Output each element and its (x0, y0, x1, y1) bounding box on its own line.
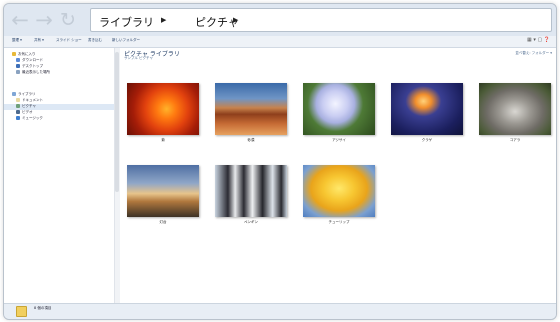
picture-item[interactable]: 砂漠 (215, 83, 287, 143)
forward-arrow-icon[interactable]: → (34, 10, 54, 31)
hydrangeas-image (303, 83, 375, 135)
picture-item[interactable]: 灯台 (127, 165, 199, 225)
slideshow-button[interactable]: スライド ショー (56, 38, 82, 43)
refresh-icon[interactable]: ↻ (58, 10, 78, 30)
scrollbar-thumb[interactable] (115, 52, 119, 192)
view-options-icons[interactable]: ▦ ▾ ▢ ❓ (527, 37, 550, 43)
documents-icon (16, 98, 20, 102)
library-icon (12, 92, 16, 96)
tulips-image (303, 165, 375, 217)
picture-caption: アジサイ (332, 138, 346, 142)
content-area: お気に入り ダウンロード デスクトップ 最近表示した場所 ライブラリ ドキュメン… (4, 48, 556, 303)
file-list-pane: ピクチャ ライブラリ サンプル ピクチャ 並べ替え: フォルダー ▾ 菊 砂漠 … (120, 48, 556, 303)
library-subtitle[interactable]: サンプル ピクチャ (124, 56, 153, 61)
picture-caption: ペンギン (244, 220, 258, 224)
burn-button[interactable]: 書き込む (88, 38, 102, 43)
chrysanthemum-image (127, 83, 199, 135)
explorer-window: ← → ↻ ライブラリ ▶ ピクチャ ▶ 整理 ▾ 共有 ▾ スライド ショー … (3, 3, 557, 320)
videos-icon (16, 110, 20, 114)
picture-item[interactable]: 菊 (127, 83, 199, 143)
picture-caption: コアラ (509, 138, 521, 142)
nav-recent[interactable]: 最近表示した場所 (16, 70, 50, 76)
breadcrumb-arrow-icon[interactable]: ▶ (233, 16, 238, 24)
arrange-by-dropdown[interactable]: 並べ替え: フォルダー ▾ (515, 51, 552, 56)
address-bar[interactable]: ライブラリ ▶ ピクチャ ▶ (90, 8, 552, 32)
new-folder-button[interactable]: 新しいフォルダー (112, 38, 140, 43)
breadcrumb-libraries[interactable]: ライブラリ (99, 14, 154, 30)
picture-caption: 灯台 (159, 220, 167, 224)
download-icon (16, 58, 20, 62)
recent-places-icon (16, 70, 20, 74)
share-button[interactable]: 共有 ▾ (34, 38, 44, 43)
music-icon (16, 116, 20, 120)
title-bar: ← → ↻ ライブラリ ▶ ピクチャ ▶ (4, 4, 556, 36)
picture-caption: 菊 (161, 138, 165, 142)
folder-icon (16, 306, 27, 317)
command-bar: 整理 ▾ 共有 ▾ スライド ショー 書き込む 新しいフォルダー ▦ ▾ ▢ ❓ (4, 36, 556, 48)
navigation-pane: お気に入り ダウンロード デスクトップ 最近表示した場所 ライブラリ ドキュメン… (4, 48, 114, 303)
picture-caption: チューリップ (328, 220, 350, 224)
picture-item[interactable]: クラゲ (391, 83, 463, 143)
nav-music[interactable]: ミュージック (16, 116, 43, 122)
picture-item[interactable]: アジサイ (303, 83, 375, 143)
picture-item[interactable]: チューリップ (303, 165, 375, 225)
breadcrumb-arrow-icon[interactable]: ▶ (161, 16, 166, 24)
organize-button[interactable]: 整理 ▾ (12, 38, 22, 43)
back-arrow-icon[interactable]: ← (10, 10, 30, 31)
penguins-image (215, 165, 287, 217)
lighthouse-image (127, 165, 199, 217)
picture-caption: クラゲ (421, 138, 433, 142)
star-icon (12, 52, 16, 56)
jellyfish-image (391, 83, 463, 135)
desktop-icon (16, 64, 20, 68)
koala-image (479, 83, 551, 135)
picture-item[interactable]: ペンギン (215, 165, 287, 225)
status-bar: 8 個の項目 (4, 303, 556, 319)
item-count: 8 個の項目 (34, 306, 52, 310)
picture-caption: 砂漠 (247, 138, 255, 142)
pictures-icon (16, 104, 20, 108)
desert-image (215, 83, 287, 135)
picture-item[interactable]: コアラ (479, 83, 551, 143)
